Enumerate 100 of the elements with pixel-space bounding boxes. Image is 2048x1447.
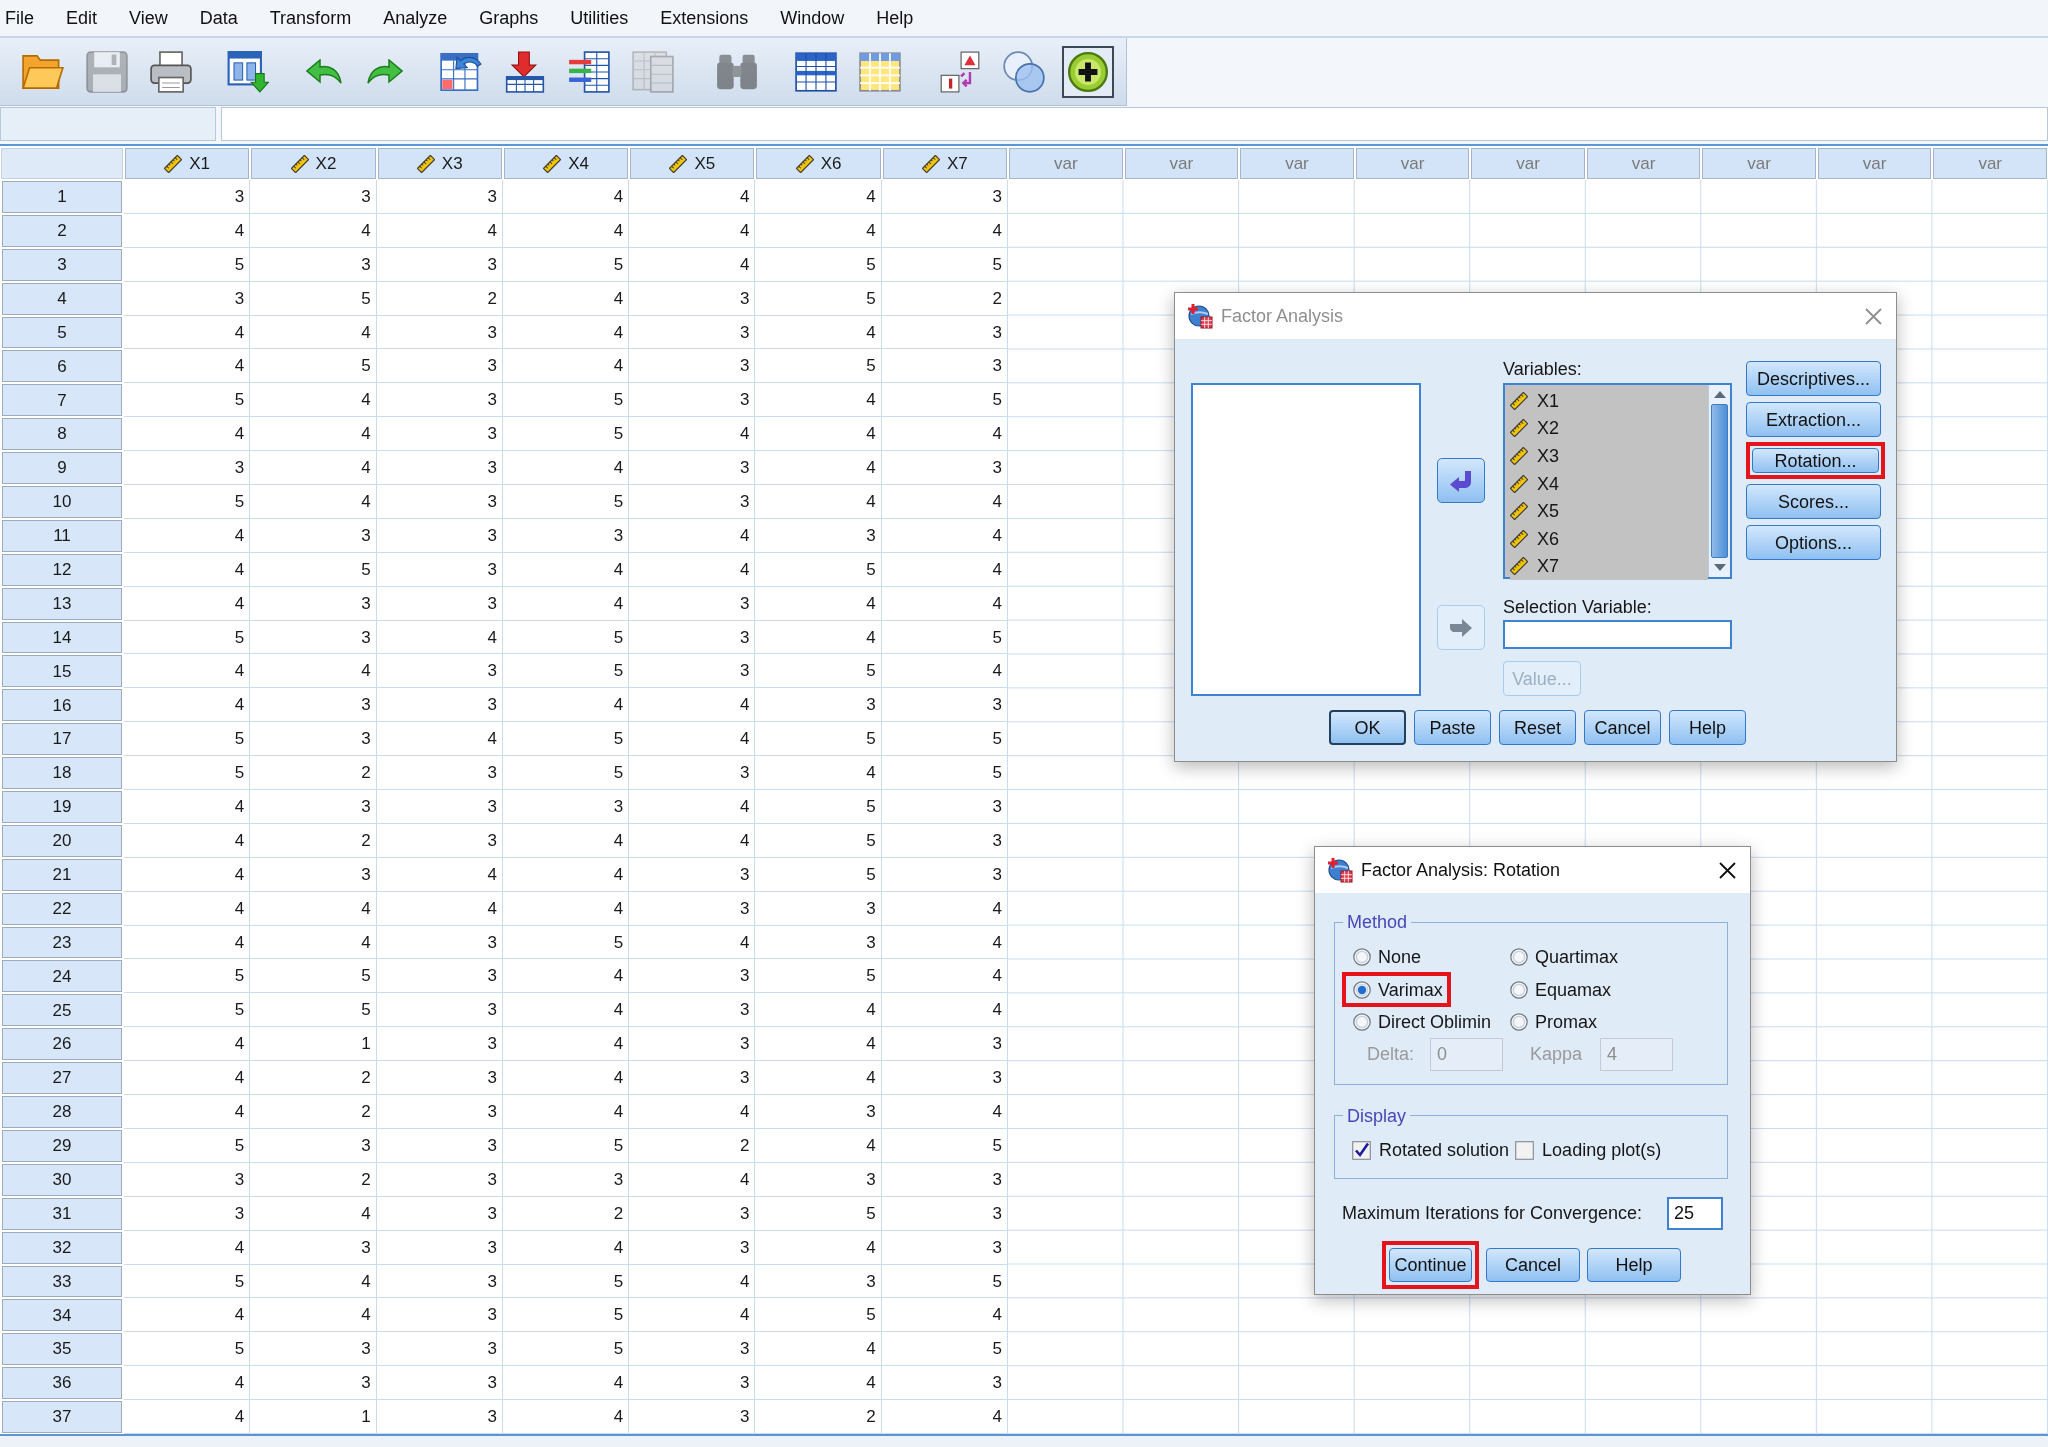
menu-item[interactable]: Edit	[66, 7, 98, 29]
row-header[interactable]: 8	[2, 418, 122, 451]
table-cell: 5	[755, 790, 882, 824]
menu-item[interactable]: View	[129, 7, 168, 29]
cell-value-field[interactable]	[221, 107, 2048, 141]
row-header[interactable]: 16	[2, 689, 122, 722]
row-header[interactable]: 14	[2, 621, 122, 654]
column-header[interactable]: X3	[377, 148, 502, 179]
checkbox[interactable]	[1352, 1141, 1371, 1160]
menu-item[interactable]: File	[5, 7, 34, 29]
row-header[interactable]: 19	[2, 791, 122, 823]
arrow-button[interactable]	[1437, 458, 1485, 503]
option-label[interactable]: Equamax	[1535, 978, 1612, 1001]
row-header[interactable]: 24	[2, 960, 122, 993]
selection-field[interactable]	[1503, 620, 1732, 649]
row-header[interactable]: 17	[2, 723, 122, 756]
row-header[interactable]: 22	[2, 892, 122, 925]
option-label[interactable]: Rotated solution	[1379, 1137, 1510, 1164]
column-header[interactable]: X1	[125, 148, 250, 179]
row-header[interactable]: 18	[2, 757, 122, 790]
scroll-up-icon[interactable]	[1712, 390, 1727, 399]
scrollbar[interactable]	[1708, 385, 1730, 577]
radio-button[interactable]	[1510, 1013, 1528, 1032]
row-header[interactable]: 15	[2, 655, 122, 688]
row-header[interactable]: 9	[2, 452, 122, 484]
dialog-button[interactable]: Reset	[1499, 710, 1576, 745]
column-header[interactable]: X5	[630, 148, 755, 179]
menu-item[interactable]: Utilities	[570, 7, 629, 29]
dialog-button[interactable]: Cancel	[1486, 1247, 1580, 1282]
column-header[interactable]: X4	[503, 148, 629, 179]
column-header[interactable]: X2	[251, 148, 376, 179]
radio-button[interactable]	[1510, 948, 1528, 967]
scroll-down-icon[interactable]	[1712, 563, 1727, 572]
table-cell: 5	[502, 417, 630, 452]
row-header[interactable]: 31	[2, 1197, 122, 1230]
dialog-button[interactable]: Scores...	[1746, 484, 1881, 519]
row-header[interactable]: 12	[2, 553, 122, 586]
row-header[interactable]: 20	[2, 824, 122, 857]
option-label[interactable]: Varimax	[1378, 978, 1443, 1001]
radio-button[interactable]	[1510, 980, 1528, 999]
column-header[interactable]: X7	[882, 148, 1008, 179]
row-header[interactable]: 21	[2, 858, 122, 891]
radio-button[interactable]	[1353, 948, 1371, 967]
row-header[interactable]: 33	[2, 1265, 122, 1298]
menu-item[interactable]: Window	[780, 7, 845, 29]
dialog-button[interactable]: Descriptives...	[1746, 361, 1881, 396]
cell-name-field[interactable]	[0, 107, 216, 141]
row-header[interactable]: 35	[2, 1333, 122, 1366]
dialog-button[interactable]: Extraction...	[1746, 402, 1881, 437]
dialog-button[interactable]: Rotation...	[1752, 448, 1879, 473]
row-header[interactable]: 26	[2, 1028, 122, 1061]
menu-item[interactable]: Transform	[269, 7, 352, 29]
column-header[interactable]: X6	[756, 148, 881, 179]
row-header[interactable]: 7	[2, 384, 122, 417]
option-label[interactable]: None	[1378, 946, 1422, 969]
row-header[interactable]: 32	[2, 1231, 122, 1264]
menu-item[interactable]: Analyze	[383, 7, 448, 29]
option-label[interactable]: Loading plot(s)	[1542, 1137, 1662, 1164]
iterations-field[interactable]: 25	[1667, 1196, 1723, 1230]
toolbar-button[interactable]	[1062, 45, 1114, 98]
row-header[interactable]: 2	[2, 214, 122, 247]
row-header[interactable]: 23	[2, 926, 122, 959]
row-header[interactable]: 10	[2, 486, 122, 518]
row-header[interactable]: 1	[2, 181, 122, 213]
source-list[interactable]	[1191, 383, 1421, 696]
row-header[interactable]: 4	[2, 282, 122, 315]
row-header[interactable]: 5	[2, 316, 122, 349]
row-header[interactable]: 37	[2, 1401, 122, 1433]
table-cell: 3	[376, 1061, 503, 1096]
variable-list[interactable]: X1 X2 X3 X4 X5 X6 X7	[1503, 383, 1732, 579]
dialog-button[interactable]: Paste	[1414, 710, 1491, 745]
row-header[interactable]: 27	[2, 1062, 122, 1095]
row-header[interactable]: 25	[2, 994, 122, 1027]
row-header[interactable]: 11	[2, 519, 122, 552]
radio-button[interactable]	[1353, 980, 1371, 999]
row-header[interactable]: 13	[2, 587, 122, 620]
row-header[interactable]: 28	[2, 1096, 122, 1128]
checkbox[interactable]	[1515, 1141, 1535, 1160]
row-header[interactable]: 6	[2, 350, 122, 383]
menu-item[interactable]: Help	[876, 7, 914, 29]
dialog-button[interactable]: Help	[1669, 710, 1746, 745]
close-icon[interactable]	[1719, 861, 1736, 879]
menu-item[interactable]: Extensions	[660, 7, 749, 29]
row-header[interactable]: 29	[2, 1129, 122, 1162]
menu-item[interactable]: Graphs	[479, 7, 539, 29]
row-header[interactable]: 34	[2, 1299, 122, 1332]
option-label[interactable]: Direct Oblimin	[1378, 1011, 1492, 1034]
dialog-button[interactable]: Help	[1587, 1247, 1681, 1282]
dialog-button[interactable]: Options...	[1746, 525, 1881, 560]
dialog-button[interactable]: OK	[1329, 710, 1406, 745]
row-header[interactable]: 36	[2, 1367, 122, 1400]
dialog-button[interactable]: Cancel	[1584, 710, 1661, 745]
row-header[interactable]: 3	[2, 248, 122, 281]
scrollbar-thumb[interactable]	[1711, 404, 1728, 558]
menu-item[interactable]: Data	[199, 7, 238, 29]
radio-button[interactable]	[1353, 1013, 1371, 1032]
dialog-button[interactable]: Continue	[1389, 1247, 1472, 1282]
option-label[interactable]: Promax	[1535, 1011, 1597, 1034]
option-label[interactable]: Quartimax	[1535, 946, 1619, 969]
row-header[interactable]: 30	[2, 1163, 122, 1196]
